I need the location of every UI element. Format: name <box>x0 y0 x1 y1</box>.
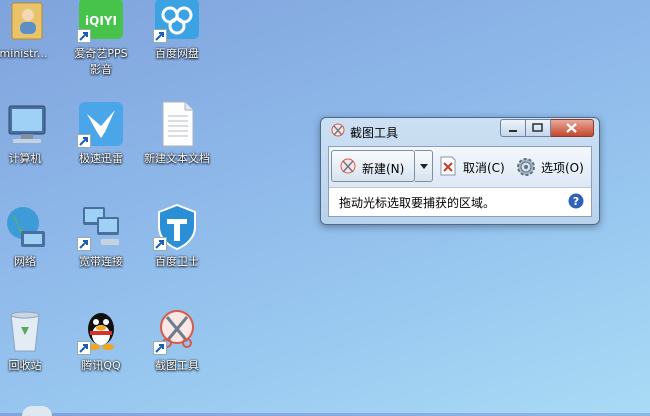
scissors-icon <box>338 157 358 181</box>
qq-penguin-icon <box>77 307 125 355</box>
new-mode-dropdown[interactable] <box>415 150 433 182</box>
desktop-icon-snipping-tool[interactable]: 截图工具 <box>139 307 215 374</box>
new-label: 新建(N) <box>362 162 405 176</box>
desktop-icon-new-text-doc[interactable]: 新建文本文档 <box>139 100 215 167</box>
scissors-icon <box>153 307 201 355</box>
desktop-icon-baidu-pan[interactable]: 百度网盘 <box>139 0 215 62</box>
icon-label: 腾讯QQ <box>81 359 121 372</box>
status-instruction: 拖动光标选取要捕获的区域。 <box>339 196 496 210</box>
icon-label: 计算机 <box>8 152 42 165</box>
iqiyi-badge-text: iQIYI <box>85 14 117 28</box>
icon-label: 宽带连接 <box>79 255 123 268</box>
computer-icon <box>1 100 49 148</box>
icon-label: 回收站 <box>8 359 42 372</box>
icon-label: 网络 <box>14 255 36 268</box>
network-globe-icon <box>1 203 49 251</box>
svg-text:?: ? <box>573 195 579 208</box>
recycle-bin-icon <box>1 307 49 355</box>
chevron-down-icon <box>420 164 428 169</box>
shortcut-arrow-icon <box>153 341 167 355</box>
shortcut-arrow-icon <box>77 341 91 355</box>
baidu-pan-icon <box>153 0 201 43</box>
close-button[interactable] <box>551 119 594 137</box>
minimize-icon <box>509 130 517 132</box>
desktop-icon-recycle-bin[interactable]: 回收站 <box>0 307 63 374</box>
xunlei-bird-icon <box>77 100 125 148</box>
maximize-icon <box>532 123 543 132</box>
shortcut-arrow-icon <box>77 29 91 43</box>
desktop-icon-computer[interactable]: 计算机 <box>0 100 63 167</box>
maximize-button[interactable] <box>526 119 551 137</box>
desktop-icon-xunlei[interactable]: 极速迅雷 <box>63 100 139 167</box>
desktop-icon-tencent-qq[interactable]: 腾讯QQ <box>63 307 139 374</box>
icon-label: 新建文本文档 <box>144 152 210 165</box>
icon-label: 极速迅雷 <box>79 152 123 165</box>
help-icon[interactable]: ? <box>568 193 584 209</box>
text-document-icon <box>153 100 201 148</box>
desktop-icon-broadband[interactable]: 宽带连接 <box>63 203 139 270</box>
window-client-area: 新建(N) 取消(C) 选项(O) 拖动光标选取要捕获的区域。 ? <box>328 146 592 217</box>
icon-label: 爱奇艺PPS 影音 <box>74 47 128 76</box>
desktop-icon-administrator[interactable]: dministr... <box>0 0 58 62</box>
network-connection-icon <box>77 203 125 251</box>
desktop-icon-iqiyi-pps[interactable]: iQIYI 爱奇艺PPS 影音 <box>63 0 139 78</box>
cancel-button[interactable]: 取消(C) <box>439 150 509 182</box>
icon-label: dministr... <box>0 47 48 60</box>
close-icon <box>566 123 577 133</box>
options-label: 选项(O) <box>541 161 584 175</box>
toolbar: 新建(N) 取消(C) 选项(O) <box>329 147 591 188</box>
desktop-icon-network[interactable]: 网络 <box>0 203 63 270</box>
partial-icon <box>22 406 52 416</box>
shortcut-arrow-icon <box>153 237 167 251</box>
window-controls <box>500 119 594 137</box>
icon-label: 截图工具 <box>155 359 199 372</box>
cancel-x-icon <box>439 156 457 180</box>
scissors-icon <box>330 123 346 139</box>
snipping-tool-window: 截图工具 新建(N) 取消(C) 选项(O) 拖动光标选取要捕获的区域。 ? <box>320 117 600 225</box>
minimize-button[interactable] <box>500 119 526 137</box>
shortcut-arrow-icon <box>153 29 167 43</box>
new-snip-button[interactable]: 新建(N) <box>331 150 415 182</box>
icon-label: 百度卫士 <box>155 255 199 268</box>
user-folder-icon <box>0 0 44 43</box>
title-bar[interactable]: 截图工具 <box>321 118 599 144</box>
gear-icon <box>515 156 537 182</box>
desktop-icon-baidu-guard[interactable]: 百度卫士 <box>139 203 215 270</box>
shortcut-arrow-icon <box>77 237 91 251</box>
window-title: 截图工具 <box>350 126 399 140</box>
shortcut-arrow-icon <box>77 134 91 148</box>
options-button[interactable]: 选项(O) <box>515 150 589 182</box>
icon-label: 百度网盘 <box>155 47 199 60</box>
cancel-label: 取消(C) <box>463 161 505 175</box>
iqiyi-icon: iQIYI <box>77 0 125 43</box>
shield-icon <box>153 203 201 251</box>
